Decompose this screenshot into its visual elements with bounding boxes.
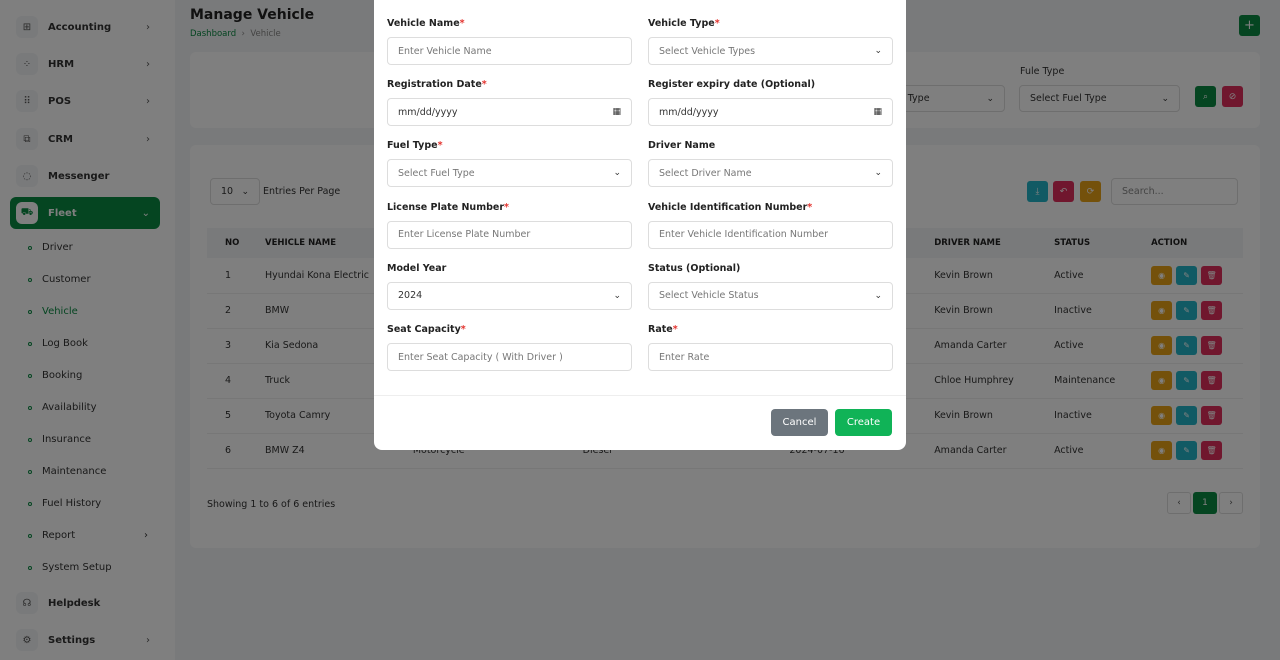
field-value: 2024 [398, 290, 423, 302]
seat-capacity-input[interactable]: Enter Seat Capacity ( With Driver ) [387, 343, 632, 371]
calendar-icon: ▦ [873, 107, 882, 118]
model-year-label: Model Year [387, 263, 446, 274]
field-label-text: Vehicle Identification Number [648, 201, 808, 213]
license-plate-number-input[interactable]: Enter License Plate Number [387, 220, 632, 249]
required-mark: * [460, 324, 466, 335]
create-vehicle-modal: Vehicle Name* Enter Vehicle Name Vehicle T… [374, 0, 906, 450]
register-expiry-date-optional-label: Register expiry date (Optional) [648, 79, 815, 90]
field-value: Select Fuel Type [398, 167, 475, 179]
driver-name-select[interactable]: Select Driver Name ⌄ [648, 159, 893, 188]
field-label-text: Rate [648, 324, 673, 335]
field-label-text: Registration Date [387, 79, 482, 91]
field-value: Enter Vehicle Identification Number [659, 229, 828, 241]
required-mark: * [481, 79, 487, 91]
field-label-text: Vehicle Type [648, 18, 715, 29]
chevron-down-icon: ⌄ [613, 290, 621, 301]
vehicle-type-label: Vehicle Type* [648, 18, 720, 29]
modal-footer-divider [374, 395, 906, 396]
chevron-down-icon: ⌄ [874, 290, 882, 301]
license-plate-number-label: License Plate Number* [387, 202, 509, 213]
field-value: mm/dd/yyyy [659, 106, 719, 118]
field-value: Enter License Plate Number [398, 229, 531, 241]
vehicle-name-input[interactable]: Enter Vehicle Name [387, 37, 632, 65]
required-mark: * [807, 201, 813, 213]
vehicle-identification-number-input[interactable]: Enter Vehicle Identification Number [648, 220, 893, 249]
chevron-down-icon: ⌄ [613, 168, 621, 179]
chevron-down-icon: ⌄ [874, 46, 882, 56]
field-label-text: Driver Name [648, 140, 716, 152]
field-label-text: Model Year [387, 262, 447, 274]
registration-date-label: Registration Date* [387, 79, 487, 90]
cancel-button[interactable]: Cancel [771, 409, 828, 436]
driver-name-label: Driver Name [648, 140, 715, 151]
required-mark: * [672, 324, 678, 335]
field-label-text: Status (Optional) [648, 262, 741, 274]
required-mark: * [504, 201, 509, 213]
seat-capacity-label: Seat Capacity* [387, 324, 466, 335]
vehicle-name-label: Vehicle Name* [387, 18, 465, 29]
vehicle-identification-number-label: Vehicle Identification Number* [648, 202, 812, 213]
field-value: mm/dd/yyyy [398, 106, 458, 118]
field-value: Enter Vehicle Name [398, 45, 492, 57]
fuel-type-label: Fuel Type* [387, 140, 443, 151]
field-value: Enter Seat Capacity ( With Driver ) [398, 351, 563, 363]
required-mark: * [437, 140, 443, 152]
field-label-text: Register expiry date (Optional) [648, 79, 816, 91]
required-mark: * [714, 18, 720, 29]
field-label-text: License Plate Number [387, 201, 505, 213]
field-label-text: Fuel Type [387, 140, 438, 152]
field-label-text: Seat Capacity [387, 324, 461, 335]
field-value: Select Vehicle Types [659, 45, 756, 57]
field-value: Select Driver Name [659, 167, 752, 179]
create-button[interactable]: Create [835, 409, 892, 436]
chevron-down-icon: ⌄ [874, 168, 882, 179]
register-expiry-date-optional-input[interactable]: mm/dd/yyyy ▦ [648, 98, 893, 127]
status-optional-label: Status (Optional) [648, 263, 740, 274]
model-year-select[interactable]: 2024 ⌄ [387, 281, 632, 310]
fuel-type-select[interactable]: Select Fuel Type ⌄ [387, 159, 632, 188]
field-label-text: Vehicle Name [387, 18, 460, 29]
status-optional-select[interactable]: Select Vehicle Status ⌄ [648, 281, 893, 310]
registration-date-input[interactable]: mm/dd/yyyy ▦ [387, 98, 632, 127]
calendar-icon: ▦ [612, 107, 621, 118]
field-value: Enter Rate [659, 351, 710, 363]
rate-input[interactable]: Enter Rate [648, 343, 893, 371]
required-mark: * [459, 18, 465, 29]
field-value: Select Vehicle Status [659, 290, 759, 302]
rate-label: Rate* [648, 324, 678, 335]
vehicle-type-select[interactable]: Select Vehicle Types ⌄ [648, 37, 893, 65]
